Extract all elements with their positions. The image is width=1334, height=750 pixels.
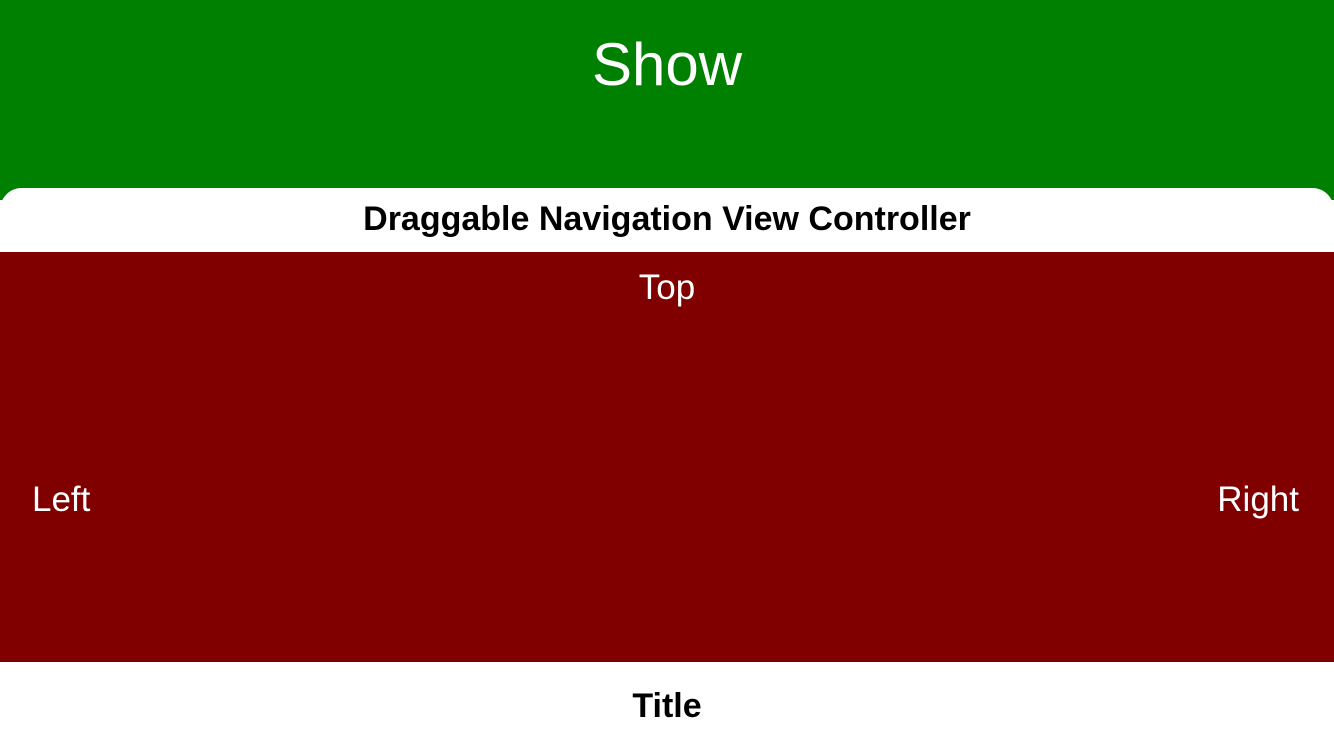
navigation-title: Draggable Navigation View Controller — [363, 200, 971, 238]
show-button[interactable]: Show — [0, 30, 1334, 100]
bottom-title: Title — [632, 687, 702, 725]
top-label: Top — [638, 268, 696, 307]
app-screen: Show Draggable Navigation View Controlle… — [0, 0, 1334, 750]
right-label: Right — [1217, 480, 1299, 519]
navigation-bar[interactable]: Draggable Navigation View Controller — [0, 188, 1334, 252]
left-label: Left — [32, 480, 91, 519]
bottom-bar: Title — [0, 662, 1334, 750]
content-view: Top Left Right — [0, 252, 1334, 662]
draggable-navigation-sheet[interactable]: Draggable Navigation View Controller Top… — [0, 188, 1334, 750]
show-area: Show — [0, 0, 1334, 200]
